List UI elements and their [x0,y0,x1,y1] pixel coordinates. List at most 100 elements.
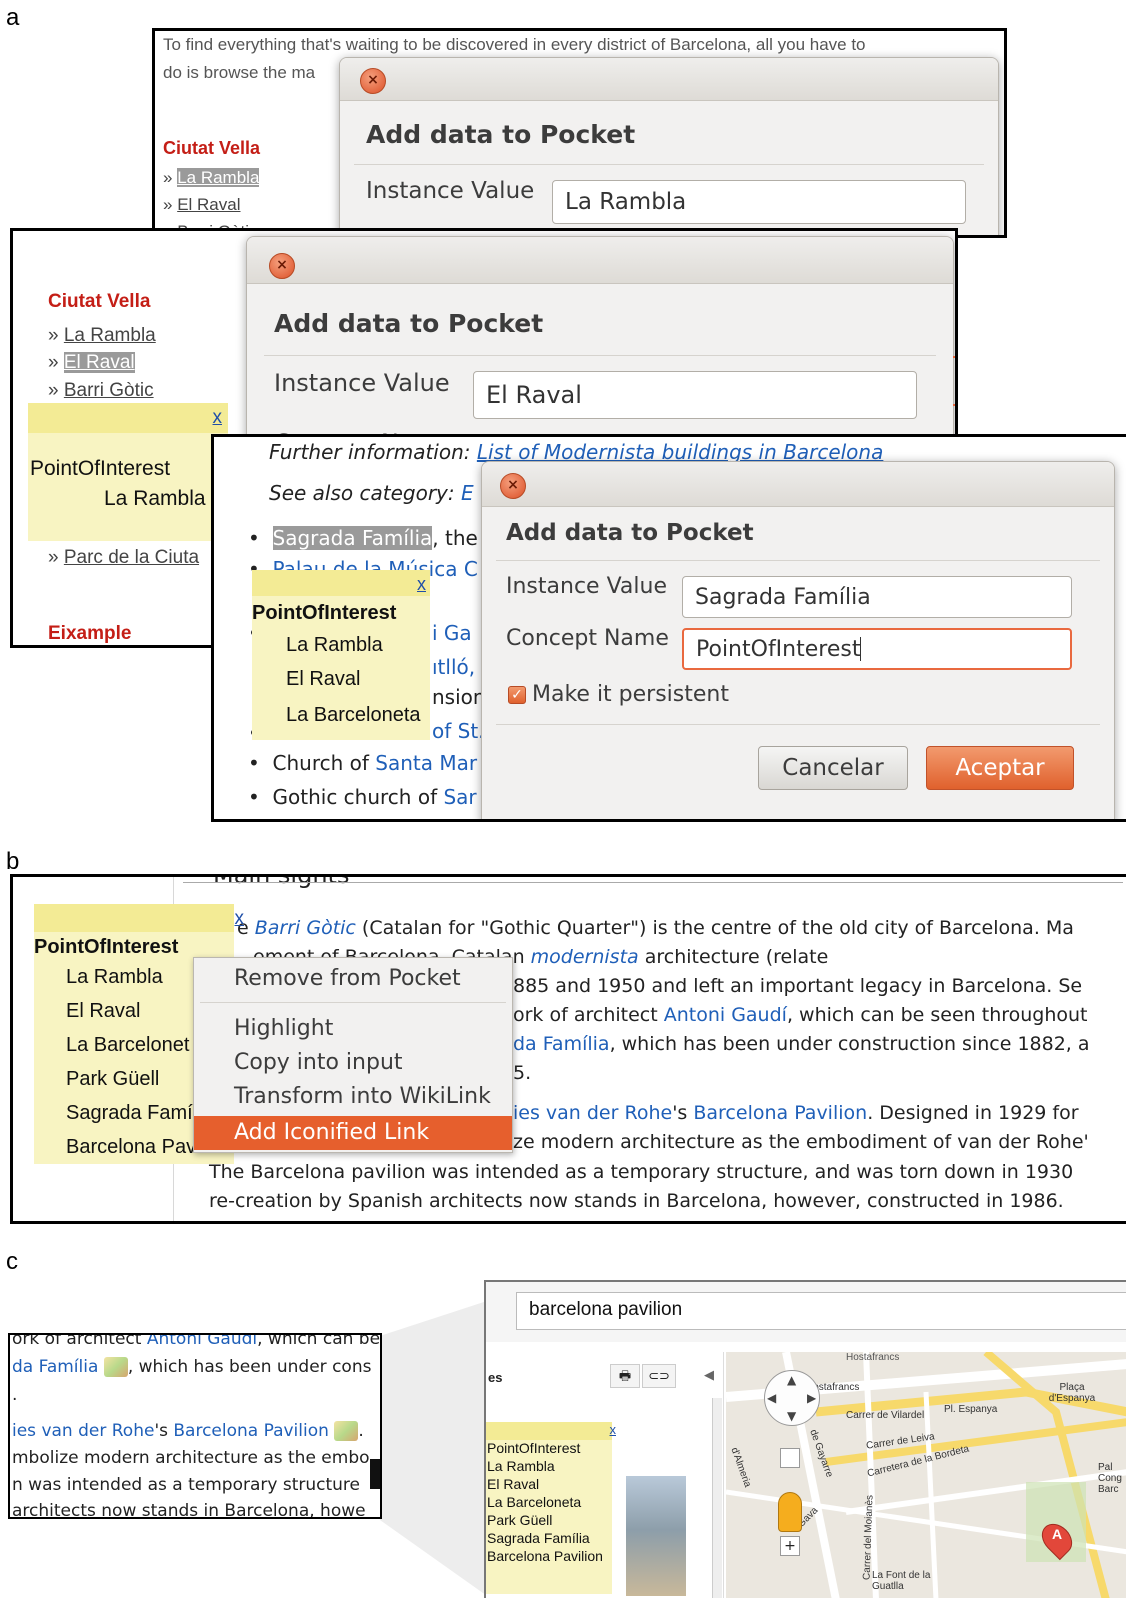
persistent-label: Make it persistent [532,682,729,707]
wiki-link[interactable]: da Família [513,1033,610,1055]
dialog-title: Add data to Pocket [274,309,544,338]
wiki-link[interactable]: da Família [12,1357,98,1377]
add-to-pocket-dialog: × Add data to Pocket Instance Value La R… [339,57,999,235]
menu-separator [200,1002,506,1003]
side-tab[interactable]: es [488,1370,502,1385]
dialog-title: Add data to Pocket [506,520,754,546]
wiki-link[interactable]: Sar [443,785,476,809]
pocket-item[interactable]: La Barcelonet [66,1034,189,1057]
pan-right-icon[interactable]: ▶ [807,1391,816,1405]
district-link-row[interactable]: » El Raval [163,195,241,215]
wiki-link[interactable]: ies van der Rohe [12,1421,154,1441]
accept-button[interactable]: Aceptar [926,746,1074,790]
district-link[interactable]: La Rambla [177,168,260,187]
see-also-link[interactable]: E [461,481,474,505]
side-scrollbar[interactable] [712,1398,722,1598]
dialog-titlebar [247,237,953,284]
article-line: 885 and 1950 and left an important legac… [513,975,1083,997]
pan-left-icon[interactable]: ◀ [767,1391,776,1405]
street-view-pegman-icon[interactable] [778,1492,802,1532]
link-icon[interactable]: ⊂⊃ [642,1364,676,1388]
pocket-close-icon[interactable]: x [235,908,245,930]
district-link-row[interactable]: » Parc de la Ciuta [48,547,199,569]
map-link-icon[interactable] [334,1421,359,1441]
wiki-link[interactable]: Antoni Gaudí [147,1335,257,1349]
wiki-link[interactable]: Barcelona Pavilion [693,1102,867,1124]
concept-name-label: Concept Name [506,626,669,651]
district-link-row[interactable]: » El Raval [48,352,135,374]
concept-name-input[interactable]: PointOfInterest [682,628,1072,670]
menu-item-transform-into-wikilink[interactable]: Transform into WikiLink [194,1080,512,1114]
map-link-icon[interactable] [103,1357,128,1377]
wiki-link-fragment[interactable]: ıtlló, [432,655,475,679]
district-link[interactable]: Barri Gòtic [64,380,154,401]
close-icon[interactable]: × [269,253,295,279]
pocket-item[interactable]: Sagrada Família [487,1530,590,1546]
instance-value-input[interactable]: Sagrada Família [682,576,1072,618]
district-link-row[interactable]: » La Rambla [48,325,156,347]
pocket-item[interactable]: La Rambla [487,1458,555,1474]
pocket-item[interactable]: Barcelona Pav [66,1136,196,1159]
pocket-item[interactable]: Park Güell [487,1512,552,1528]
article-line: da Família , which has been under cons [12,1357,372,1377]
article-line: The Barcelona pavilion was intended as a… [209,1161,1074,1183]
wiki-link-fragment[interactable]: i Ga [432,621,472,645]
pan-up-icon[interactable]: ▲ [787,1373,796,1387]
pocket-close-icon[interactable]: x [417,574,426,595]
wiki-link[interactable]: modernista [531,946,639,968]
pocket-item[interactable]: La Rambla [66,966,163,989]
collapse-icon[interactable]: ◀ [704,1368,714,1383]
pocket-item[interactable]: Barcelona Pavilion [487,1548,603,1564]
menu-item-remove-from-pocket[interactable]: Remove from Pocket [194,962,512,996]
menu-item-add-iconified-link[interactable]: Add Iconified Link [194,1116,512,1150]
district-link-row[interactable]: » La Rambla [163,168,260,188]
pocket-close-icon[interactable]: x [213,407,223,429]
close-icon[interactable]: × [500,473,526,499]
close-icon[interactable]: × [360,68,386,94]
instance-value-input[interactable]: El Raval [473,371,917,419]
menu-item-copy-into-input[interactable]: Copy into input [194,1046,512,1080]
pocket-close-icon[interactable]: x [610,1422,617,1437]
pocket-item[interactable]: La Rambla [104,487,206,511]
cancel-button[interactable]: Cancelar [758,746,908,790]
pocket-item[interactable]: La Rambla [286,634,383,657]
article-line: ies van der Rohe's Barcelona Pavilion. D… [513,1102,1079,1124]
context-menu: Remove from Pocket Highlight Copy into i… [193,957,513,1153]
zoom-in-icon[interactable]: + [780,1536,800,1556]
district-link-row[interactable]: » Barri Gòtic [48,380,154,402]
zoom-connector [380,1300,490,1598]
district-link[interactable]: El Raval [177,195,240,214]
wiki-link[interactable]: Barri Gòtic [255,917,356,939]
menu-item-highlight[interactable]: Highlight [194,1012,512,1046]
article-line: 5. [513,1062,532,1084]
article-line: ze modern architecture as the embodiment… [513,1131,1089,1153]
compass-icon[interactable] [780,1448,800,1468]
pocket-item[interactable]: El Raval [286,668,360,691]
pocket-item[interactable]: Park Güell [66,1068,159,1091]
article-line: n was intended as a temporary structure [12,1475,360,1495]
wiki-link[interactable]: Santa Mar [375,751,477,775]
dialog-divider [496,560,1100,561]
pocket-item[interactable]: La Barceloneta [487,1494,581,1510]
pocket-header [34,904,234,932]
pocket-item[interactable]: El Raval [487,1476,539,1492]
district-link[interactable]: Parc de la Ciuta [64,547,199,568]
wiki-link[interactable]: Barcelona Pavilion [173,1421,329,1441]
instance-value-input[interactable]: La Rambla [552,180,966,224]
maps-search-input[interactable]: barcelona pavilion [516,1292,1126,1330]
map-canvas[interactable]: Hostafrancs Hostafrancs Carrer de Vilard… [726,1352,1126,1598]
district-link[interactable]: La Rambla [64,325,156,346]
pan-down-icon[interactable]: ▼ [787,1409,796,1423]
wiki-link[interactable]: Antoni Gaudí [664,1004,787,1026]
pocket-item[interactable]: El Raval [66,1000,140,1023]
pocket-concept: PointOfInterest [487,1440,581,1456]
print-icon[interactable]: 🖶 [610,1364,640,1388]
wiki-link[interactable]: ies van der Rohe [513,1102,672,1124]
selected-text[interactable]: Sagrada Família [272,526,433,550]
pocket-item[interactable]: Sagrada Famí [66,1102,193,1125]
pan-control[interactable]: ▲ ◀ ▶ ▼ [764,1370,820,1426]
persistent-checkbox[interactable]: ✓ [508,686,526,704]
pocket-item[interactable]: La Barceloneta [286,704,421,727]
district-link[interactable]: El Raval [63,352,135,373]
wiki-link-fragment[interactable]: of St. [432,719,485,743]
